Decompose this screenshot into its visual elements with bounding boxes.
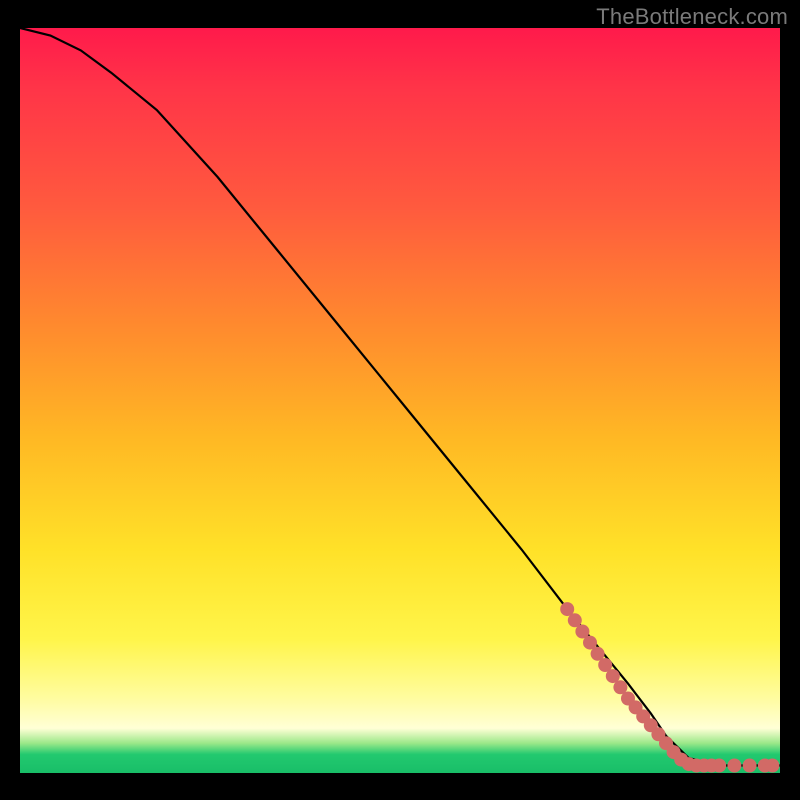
bottleneck-curve — [20, 28, 780, 766]
watermark-text: TheBottleneck.com — [596, 4, 788, 30]
chart-frame: TheBottleneck.com — [0, 0, 800, 800]
curve-line — [20, 28, 780, 766]
chart-svg — [20, 28, 780, 773]
marker-dot — [743, 759, 757, 773]
marker-dot — [712, 759, 726, 773]
marker-dot — [765, 759, 779, 773]
marker-dot — [727, 759, 741, 773]
plot-area — [20, 28, 780, 773]
marker-dots — [560, 602, 779, 772]
